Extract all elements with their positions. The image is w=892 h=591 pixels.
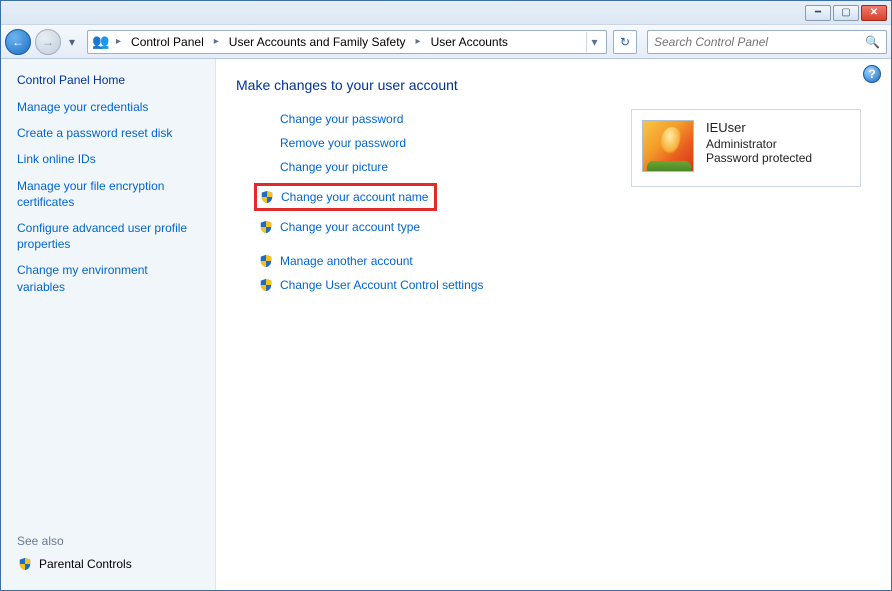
highlight-annotation: Change your account name [254,183,437,211]
user-account-card: IEUser Administrator Password protected [631,109,861,187]
action-label: Change your password [280,112,403,126]
user-info: IEUser Administrator Password protected [706,120,812,165]
close-icon: ✕ [870,8,878,18]
titlebar: ━ ▢ ✕ [1,1,891,25]
user-role: Administrator [706,137,812,151]
control-panel-home-link[interactable]: Control Panel Home [17,73,203,87]
arrow-left-icon: ← [12,35,24,49]
search-icon[interactable]: 🔍 [865,35,880,49]
shield-icon [17,556,33,572]
help-button[interactable]: ? [863,65,881,83]
action-label: Remove your password [280,136,406,150]
chevron-down-icon: ▾ [69,35,75,49]
sidebar-link-credentials[interactable]: Manage your credentials [17,99,197,115]
address-bar[interactable]: 👥 ▸ Control Panel ▸ User Accounts and Fa… [87,30,607,54]
maximize-button[interactable]: ▢ [833,5,859,21]
sidebar-link-profile-props[interactable]: Configure advanced user profile properti… [17,220,197,252]
history-dropdown[interactable]: ▾ [65,35,79,49]
breadcrumb-item[interactable]: User Accounts and Family Safety [225,33,410,51]
action-manage-another[interactable]: Manage another account [258,253,871,269]
shield-icon [258,219,274,235]
window-body: Control Panel Home Manage your credentia… [1,59,891,590]
user-avatar [642,120,694,172]
parental-controls-link[interactable]: Parental Controls [17,556,203,572]
shield-icon [259,189,275,205]
sidebar: Control Panel Home Manage your credentia… [1,59,216,590]
address-dropdown[interactable]: ▾ [586,32,602,52]
action-label: Change your picture [280,160,388,174]
user-protection: Password protected [706,151,812,165]
navigation-bar: ← → ▾ 👥 ▸ Control Panel ▸ User Accounts … [1,25,891,59]
maximize-icon: ▢ [841,8,850,18]
user-accounts-icon: 👥 [92,33,110,51]
user-name: IEUser [706,120,812,135]
action-list-secondary: Manage another account Change User Accou… [258,253,871,293]
close-button[interactable]: ✕ [861,5,887,21]
chevron-right-icon: ▸ [414,36,423,47]
chevron-right-icon: ▸ [114,36,123,47]
minimize-icon: ━ [815,8,821,18]
see-also-label: See also [17,534,203,548]
shield-icon [258,277,274,293]
action-label: Change your account type [280,220,420,234]
sidebar-link-env-vars[interactable]: Change my environment variables [17,262,197,294]
arrow-right-icon: → [42,35,54,49]
help-icon: ? [868,67,875,81]
forward-button[interactable]: → [35,29,61,55]
minimize-button[interactable]: ━ [805,5,831,21]
search-input[interactable] [654,35,865,49]
breadcrumb-item[interactable]: Control Panel [127,33,208,51]
sidebar-link-reset-disk[interactable]: Create a password reset disk [17,125,197,141]
search-box[interactable]: 🔍 [647,30,887,54]
back-button[interactable]: ← [5,29,31,55]
action-change-account-type[interactable]: Change your account type [258,219,871,235]
parental-controls-label: Parental Controls [39,557,132,571]
action-label: Change User Account Control settings [280,278,483,292]
shield-icon [258,253,274,269]
action-change-account-name[interactable]: Change your account name [259,189,428,205]
action-change-uac[interactable]: Change User Account Control settings [258,277,871,293]
action-label: Change your account name [281,190,428,204]
sidebar-link-encryption[interactable]: Manage your file encryption certificates [17,178,197,210]
chevron-right-icon: ▸ [212,36,221,47]
content-area: ? Make changes to your user account Chan… [216,59,891,590]
refresh-button[interactable]: ↻ [613,30,637,54]
breadcrumb-item[interactable]: User Accounts [427,33,512,51]
control-panel-window: ━ ▢ ✕ ← → ▾ 👥 ▸ Control Panel ▸ User Acc… [0,0,892,591]
action-label: Manage another account [280,254,413,268]
page-title: Make changes to your user account [236,77,871,93]
sidebar-link-online-ids[interactable]: Link online IDs [17,151,197,167]
refresh-icon: ↻ [620,35,630,49]
